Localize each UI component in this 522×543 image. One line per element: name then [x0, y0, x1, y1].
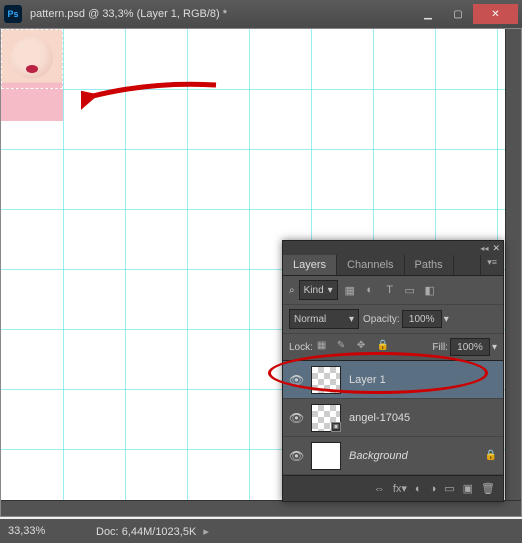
maximize-button[interactable]: ▢ [443, 4, 473, 24]
link-layers-icon[interactable]: ⇔ [374, 483, 385, 495]
lock-all-icon[interactable]: 🔒 [377, 340, 391, 354]
filter-kind-dropdown[interactable]: Kind ▾ [299, 280, 338, 300]
layer-thumbnail[interactable]: ▣ [311, 404, 341, 432]
lock-label: Lock: [289, 342, 313, 353]
doc-info: Doc: 6,44M/1023,5K ▸ [96, 525, 209, 538]
add-mask-icon[interactable]: ◐ [415, 483, 422, 495]
tab-paths[interactable]: Paths [405, 255, 454, 275]
opacity-control: Opacity: 100% ▾ [363, 310, 449, 328]
lock-transparent-icon[interactable]: ▦ [317, 340, 331, 354]
annotation-arrow [81, 77, 221, 117]
layer-filter-row: ⌕ Kind ▾ ▦ ◐ T ▭ ◧ [283, 276, 503, 304]
adjustment-layer-icon[interactable]: ◑ [430, 483, 437, 495]
collapse-icon[interactable]: ◂◂ [480, 244, 488, 253]
lock-position-icon[interactable]: ✥ [357, 340, 371, 354]
fill-label: Fill: [432, 342, 448, 353]
visibility-eye-icon[interactable]: 👁 [289, 373, 303, 387]
app-logo: Ps [4, 5, 22, 23]
panel-menu-icon[interactable]: ▾≡ [480, 255, 503, 275]
layers-panel: ◂◂ ✕ Layers Channels Paths ▾≡ ⌕ Kind ▾ ▦… [282, 240, 504, 502]
layer-list: 👁 Layer 1 👁 ▣ angel-17045 👁 Background 🔒 [283, 360, 503, 475]
filter-adjust-icon[interactable]: ◐ [362, 282, 378, 298]
filter-type-icons: ▦ ◐ T ▭ ◧ [342, 282, 438, 298]
status-bar: 33,33% Doc: 6,44M/1023,5K ▸ [0, 519, 522, 543]
new-layer-icon[interactable]: ▣ [463, 482, 473, 495]
filter-smartobj-icon[interactable]: ◧ [422, 282, 438, 298]
opacity-flyout-icon[interactable]: ▾ [444, 314, 449, 325]
blend-mode-dropdown[interactable]: Normal▾ [289, 309, 359, 329]
search-icon[interactable]: ⌕ [289, 285, 295, 296]
trash-icon[interactable]: 🗑 [481, 482, 495, 495]
marquee-selection [1, 29, 63, 89]
opacity-value[interactable]: 100% [402, 310, 442, 328]
panel-footer: ⇔ fx▾ ◐ ◑ ▭ ▣ 🗑 [283, 475, 503, 501]
new-group-icon[interactable]: ▭ [444, 482, 454, 495]
filter-type-icon[interactable]: T [382, 282, 398, 298]
window-titlebar: Ps pattern.psd @ 33,3% (Layer 1, RGB/8) … [0, 0, 522, 28]
layer-thumbnail[interactable] [311, 366, 341, 394]
panel-grip[interactable]: ◂◂ ✕ [283, 241, 503, 255]
tab-channels[interactable]: Channels [337, 255, 404, 275]
layer-thumbnail[interactable] [311, 442, 341, 470]
doc-info-menu-icon[interactable]: ▸ [203, 526, 209, 538]
filter-pixel-icon[interactable]: ▦ [342, 282, 358, 298]
chevron-down-icon: ▾ [328, 285, 333, 296]
layer-fx-icon[interactable]: fx▾ [393, 482, 407, 495]
fill-flyout-icon[interactable]: ▾ [492, 342, 497, 353]
visibility-eye-icon[interactable]: 👁 [289, 449, 303, 463]
chevron-down-icon: ▾ [349, 314, 354, 325]
layer-name[interactable]: Background [349, 450, 408, 462]
layer-row[interactable]: 👁 Layer 1 [283, 361, 503, 399]
layer-row[interactable]: 👁 ▣ angel-17045 [283, 399, 503, 437]
panel-close-icon[interactable]: ✕ [492, 243, 500, 254]
filter-shape-icon[interactable]: ▭ [402, 282, 418, 298]
tab-layers[interactable]: Layers [283, 255, 337, 275]
lock-row: Lock: ▦ ✎ ✥ 🔒 Fill: 100% ▾ [283, 333, 503, 360]
horizontal-scrollbar[interactable] [1, 500, 521, 516]
window-title: pattern.psd @ 33,3% (Layer 1, RGB/8) * [30, 8, 413, 20]
layer-name[interactable]: angel-17045 [349, 412, 410, 424]
panel-tabs: Layers Channels Paths ▾≡ [283, 255, 503, 276]
smartobject-badge-icon: ▣ [331, 422, 341, 432]
layer-name[interactable]: Layer 1 [349, 374, 386, 386]
vertical-scrollbar[interactable] [505, 29, 521, 516]
fill-control: Fill: 100% ▾ [432, 338, 497, 356]
lock-paint-icon[interactable]: ✎ [337, 340, 351, 354]
minimize-button[interactable]: ▁ [413, 4, 443, 24]
lock-icon: 🔒 [485, 450, 497, 461]
visibility-eye-icon[interactable]: 👁 [289, 411, 303, 425]
zoom-level[interactable]: 33,33% [8, 525, 68, 537]
close-button[interactable]: ✕ [473, 4, 518, 24]
layer-row[interactable]: 👁 Background 🔒 [283, 437, 503, 475]
window-controls: ▁ ▢ ✕ [413, 4, 518, 24]
fill-value[interactable]: 100% [450, 338, 490, 356]
opacity-label: Opacity: [363, 314, 400, 325]
blend-row: Normal▾ Opacity: 100% ▾ [283, 304, 503, 333]
